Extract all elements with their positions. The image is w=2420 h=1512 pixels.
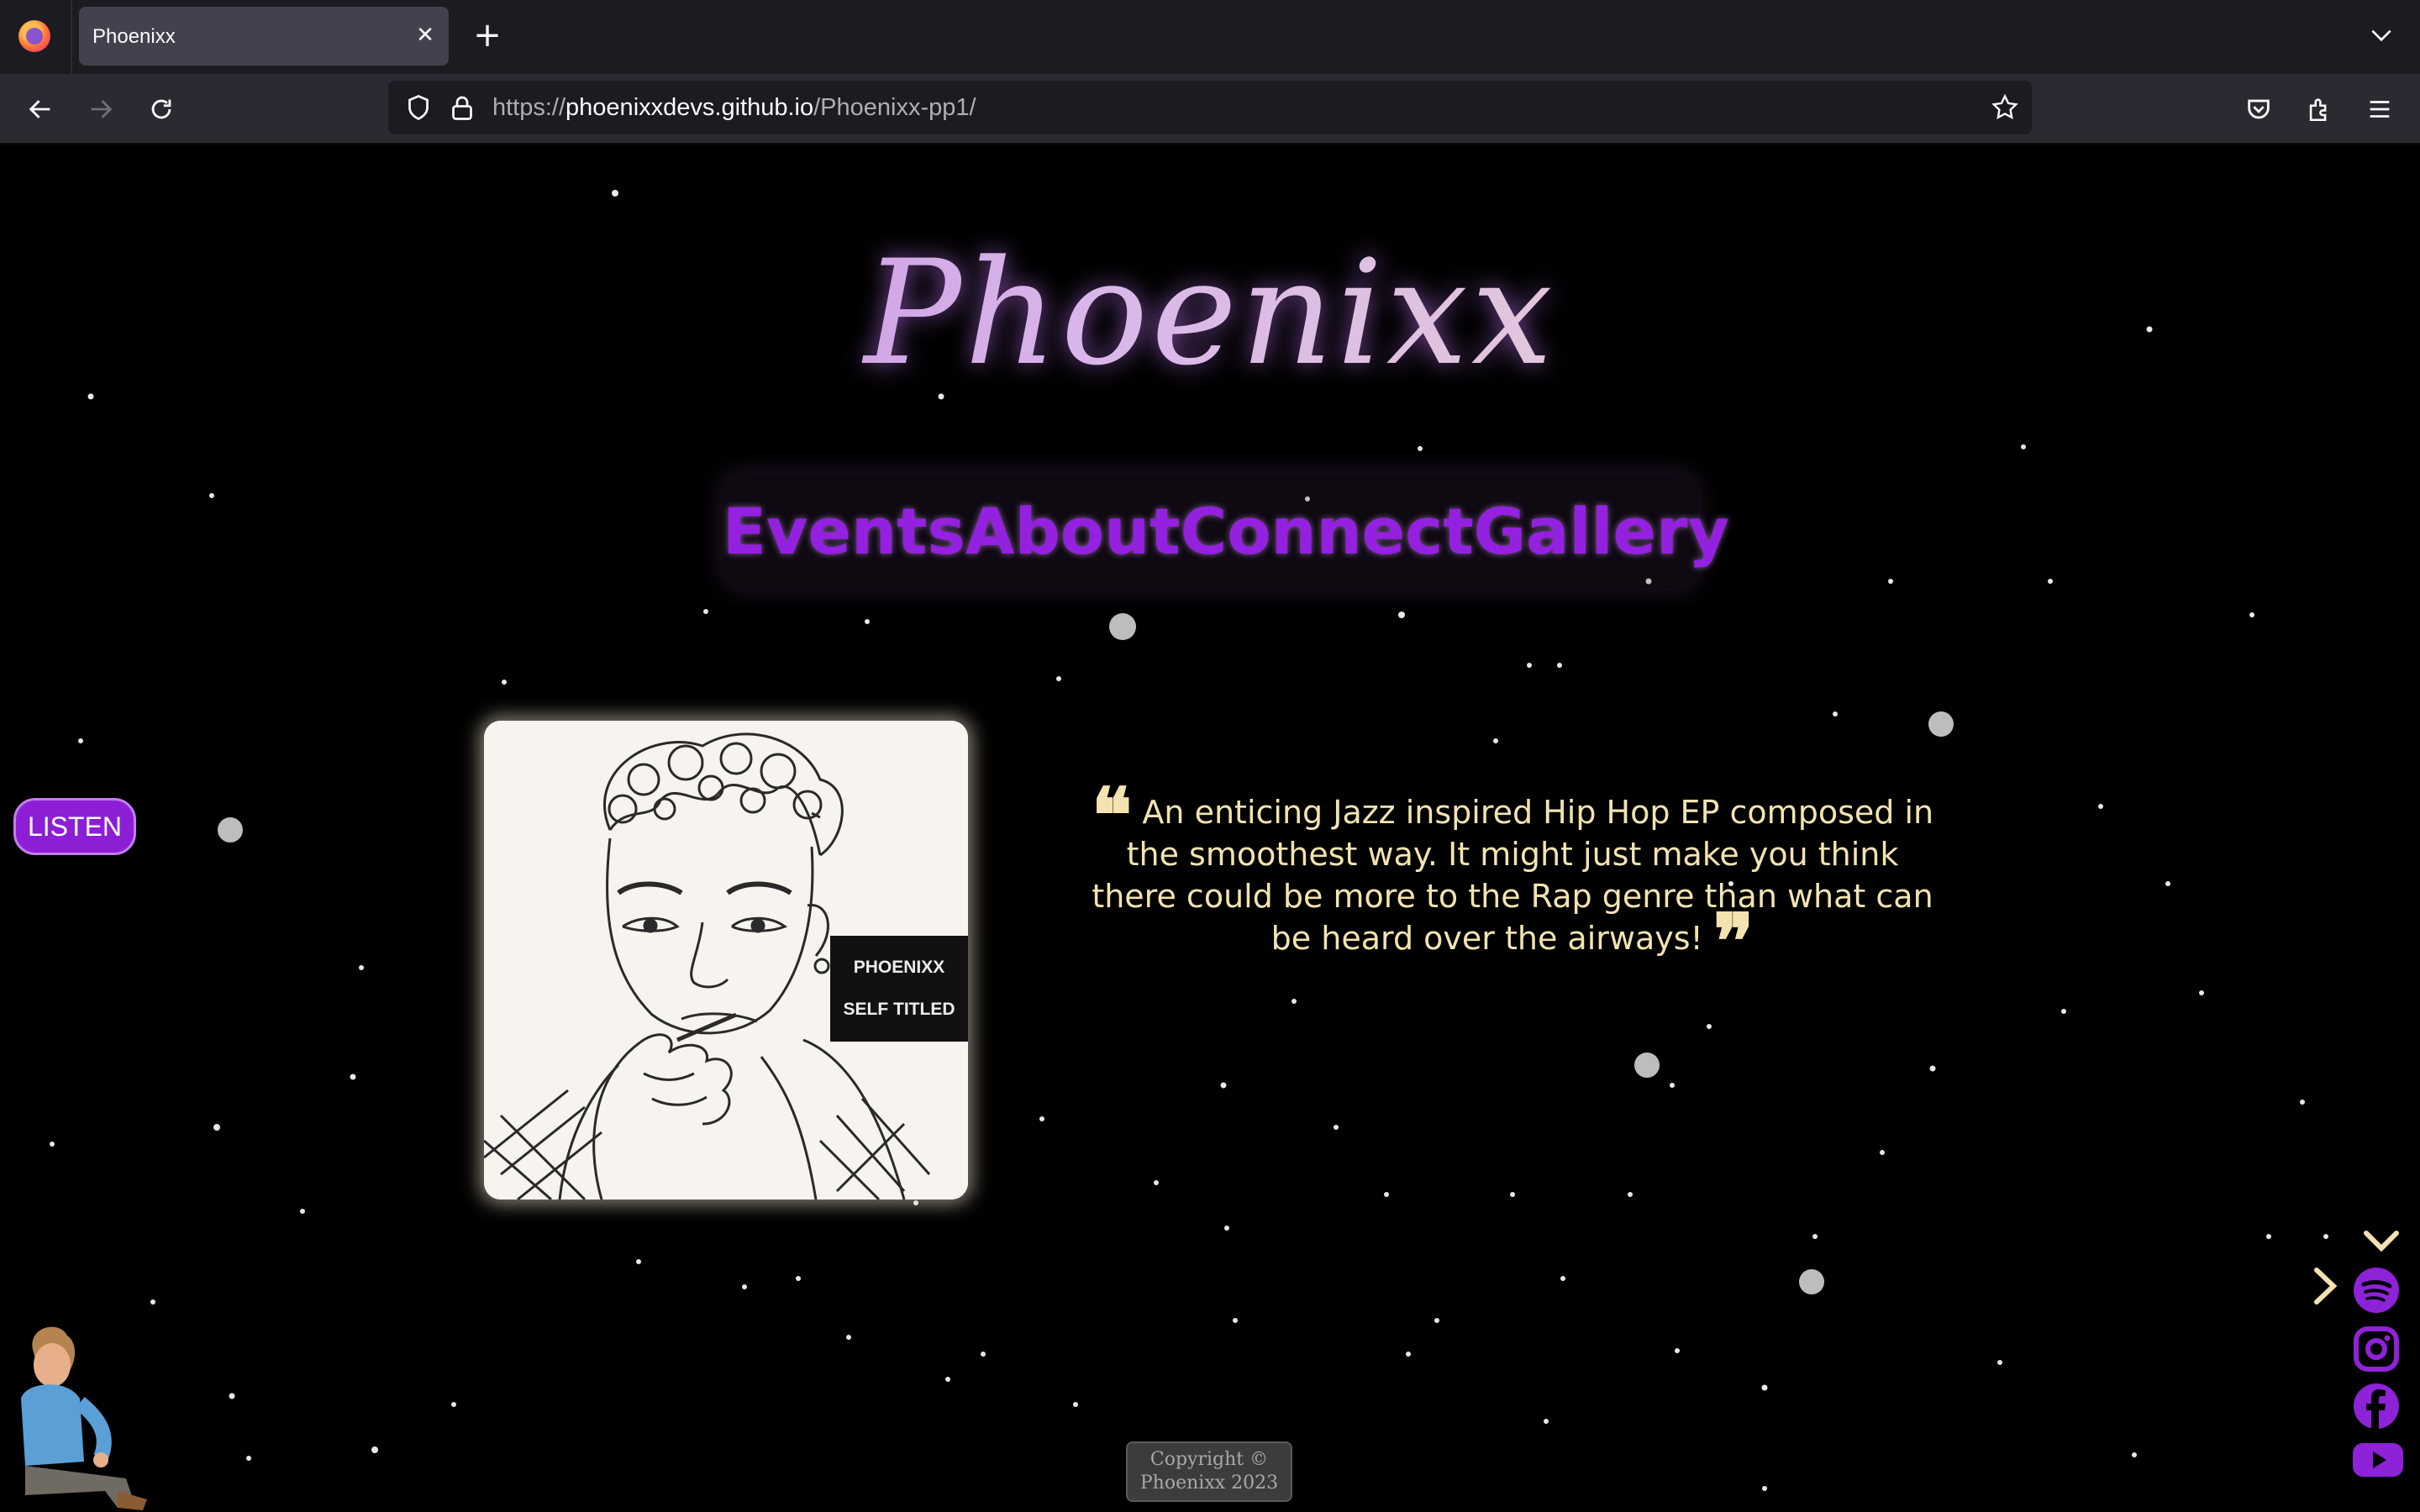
facebook-icon[interactable] xyxy=(2353,1383,2400,1433)
nav-connect[interactable]: Connect xyxy=(1181,494,1474,569)
tab-close-icon[interactable]: ✕ xyxy=(410,20,440,50)
chevron-right-icon[interactable] xyxy=(2312,1267,2338,1309)
menu-icon[interactable] xyxy=(2360,89,2400,129)
reload-icon[interactable] xyxy=(141,89,182,129)
tab-title: Phoenixx xyxy=(92,25,176,48)
url-text[interactable]: https://phoenixxdevs.github.io/Phoenixx-… xyxy=(492,94,976,122)
nav-gallery[interactable]: Gallery xyxy=(1474,494,1729,569)
firefox-logo-icon[interactable] xyxy=(18,20,50,52)
copyright-line-2: Phoenixx 2023 xyxy=(1139,1473,1279,1494)
close-quote-icon: ❞ xyxy=(1712,897,1754,986)
new-tab-icon[interactable]: + xyxy=(471,18,504,52)
site-logo[interactable]: Phoenixx xyxy=(0,228,2420,397)
album-name: SELF TITLED xyxy=(843,1000,955,1019)
bookmark-star-icon[interactable] xyxy=(1990,92,2020,126)
list-all-tabs-icon[interactable] xyxy=(2368,22,2395,52)
browser-tab-bar: Phoenixx ✕ + xyxy=(0,0,2420,74)
main-nav: Events About Connect Gallery xyxy=(723,474,1729,588)
url-path: /Phoenixx-pp1/ xyxy=(813,94,976,121)
youtube-icon[interactable] xyxy=(2353,1441,2403,1482)
forward-icon[interactable] xyxy=(81,89,121,129)
lock-icon[interactable] xyxy=(447,92,477,126)
pocket-icon[interactable] xyxy=(2238,89,2279,129)
chevron-down-icon[interactable] xyxy=(2363,1230,2400,1257)
nav-about[interactable]: About xyxy=(965,494,1181,569)
nav-events[interactable]: Events xyxy=(723,494,965,569)
album-cover[interactable]: PHOENIXX SELF TITLED xyxy=(484,721,968,1200)
album-quote: ❝ An enticing Jazz inspired Hip Hop EP c… xyxy=(1084,778,1941,979)
back-icon[interactable] xyxy=(20,89,60,129)
album-artist: PHOENIXX xyxy=(853,958,945,977)
browser-nav-bar: https://phoenixxdevs.github.io/Phoenixx-… xyxy=(0,74,2420,144)
url-host: phoenixxdevs.github.io xyxy=(566,94,814,121)
copyright-box: Copyright © Phoenixx 2023 xyxy=(1126,1441,1292,1502)
album-title-label: PHOENIXX SELF TITLED xyxy=(830,936,968,1042)
listen-button[interactable]: LISTEN xyxy=(13,798,136,855)
url-prefix: https:// xyxy=(492,94,566,121)
browser-tab[interactable]: Phoenixx ✕ xyxy=(79,7,449,66)
quote-text: An enticing Jazz inspired Hip Hop EP com… xyxy=(1092,794,1934,957)
tab-divider xyxy=(71,0,72,74)
tracking-protection-icon[interactable] xyxy=(403,92,434,126)
url-bar[interactable]: https://phoenixxdevs.github.io/Phoenixx-… xyxy=(388,81,2032,134)
extensions-icon[interactable] xyxy=(2299,89,2339,129)
sitting-character-image xyxy=(21,1326,147,1510)
spotify-icon[interactable] xyxy=(2353,1267,2400,1317)
copyright-line-1: Copyright © xyxy=(1150,1449,1269,1470)
instagram-icon[interactable] xyxy=(2353,1326,2400,1376)
page-content: Phoenixx Events About Connect Gallery LI… xyxy=(0,144,2420,1512)
